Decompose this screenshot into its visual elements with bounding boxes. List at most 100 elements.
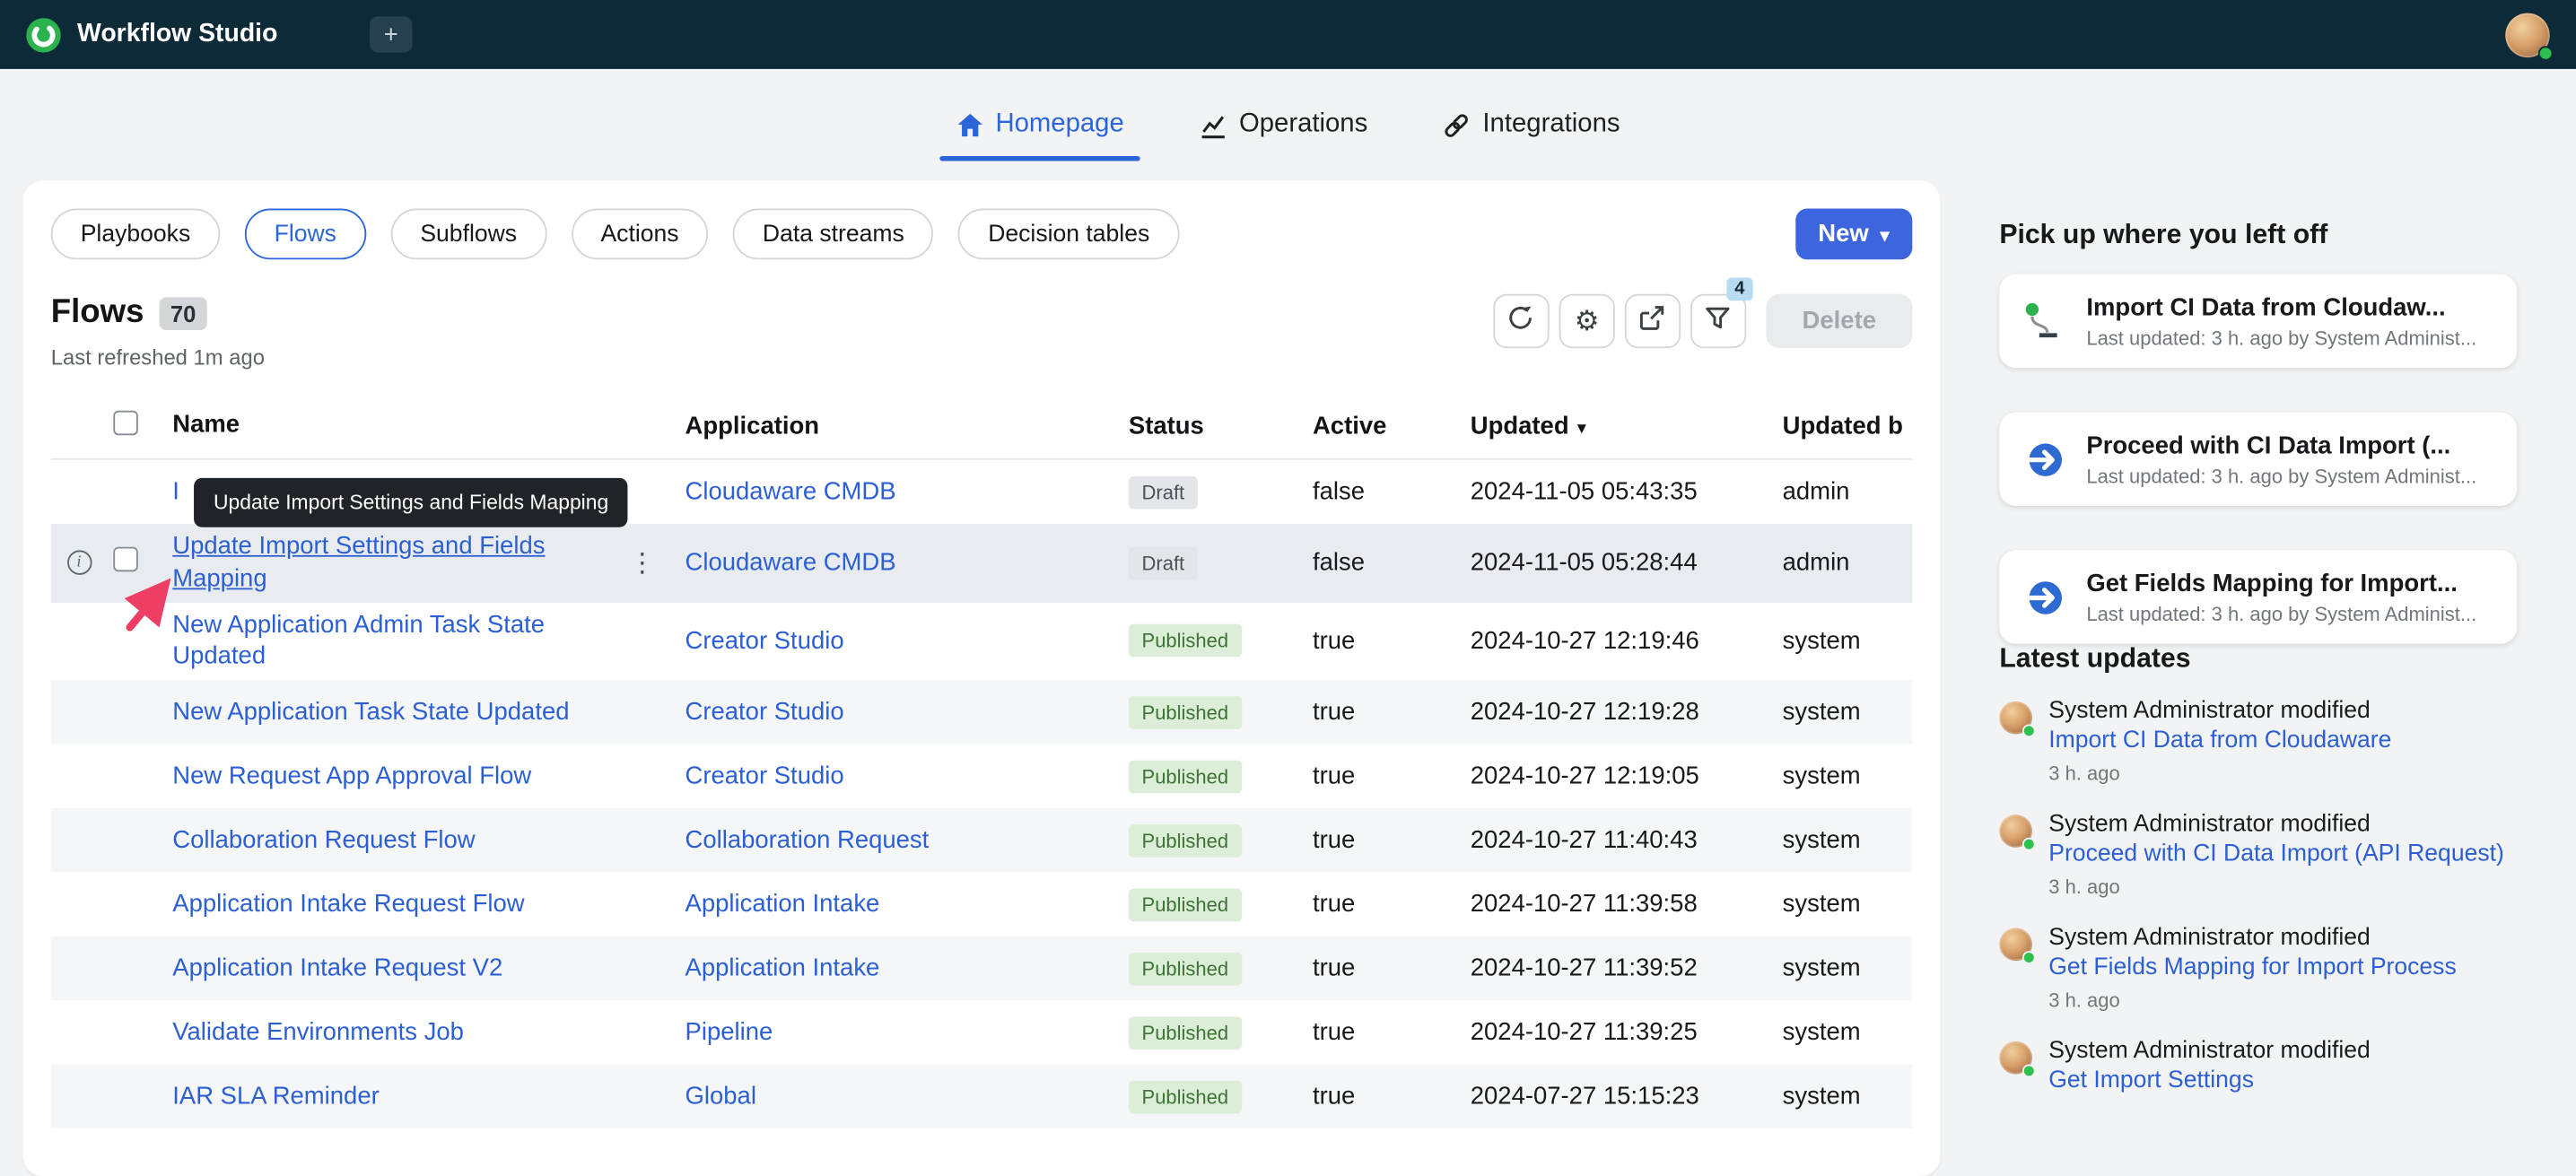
application-link[interactable]: Pipeline bbox=[685, 1019, 773, 1047]
workflow-studio-app: Workflow Studio + Homepage Operations In… bbox=[0, 0, 2576, 1176]
table-row[interactable]: Application Intake Request Flow Applicat… bbox=[51, 873, 1913, 936]
pickup-card-subtitle: Last updated: 3 h. ago by System Adminis… bbox=[2086, 326, 2477, 350]
online-status-dot bbox=[2022, 724, 2036, 738]
application-link[interactable]: Application Intake bbox=[685, 954, 880, 982]
flow-name-link[interactable]: IAR SLA Reminder bbox=[172, 1082, 380, 1110]
application-link[interactable]: Creator Studio bbox=[685, 627, 844, 655]
column-header-updated-by[interactable]: Updated b bbox=[1769, 412, 1912, 440]
updated-value: 2024-10-27 12:19:28 bbox=[1470, 698, 1699, 727]
flow-name-link[interactable]: Validate Environments Job bbox=[172, 1018, 464, 1046]
tab-homepage[interactable]: Homepage bbox=[939, 69, 1141, 181]
row-menu-icon[interactable]: ⋮ bbox=[609, 546, 675, 579]
pickup-card-title: Proceed with CI Data Import (... bbox=[2086, 431, 2451, 459]
export-button[interactable] bbox=[1624, 293, 1681, 349]
status-badge: Published bbox=[1128, 1015, 1242, 1050]
app-title: Workflow Studio bbox=[77, 19, 278, 48]
update-target-link[interactable]: Import CI Data from Cloudaware bbox=[2048, 726, 2391, 757]
updated-by-value: system bbox=[1782, 698, 1861, 727]
info-icon[interactable]: i bbox=[66, 550, 92, 576]
pickup-card[interactable]: Get Fields Mapping for Import... Last up… bbox=[1999, 550, 2518, 644]
avatar bbox=[1999, 927, 2036, 964]
application-link[interactable]: Collaboration Request bbox=[685, 826, 930, 854]
filter-funnel-icon bbox=[1705, 303, 1733, 339]
updated-by-value: system bbox=[1782, 826, 1861, 855]
flow-name-link[interactable]: New Application Task State Updated bbox=[172, 698, 569, 726]
pickup-card[interactable]: Proceed with CI Data Import (... Last up… bbox=[1999, 412, 2518, 506]
flows-panel: Playbooks Flows Subflows Actions Data stream… bbox=[22, 180, 1941, 1176]
row-checkbox[interactable] bbox=[113, 547, 138, 572]
delete-button[interactable]: Delete bbox=[1766, 293, 1913, 349]
table-row[interactable]: IAR SLA Reminder Global Published true 2… bbox=[50, 1064, 1913, 1129]
update-actor: System Administrator modified bbox=[2048, 811, 2371, 838]
updated-value: 2024-10-27 11:39:58 bbox=[1470, 890, 1698, 919]
topbar: Workflow Studio + bbox=[0, 0, 2576, 69]
column-header-status[interactable]: Status bbox=[1115, 412, 1299, 440]
update-target-link[interactable]: Get Fields Mapping for Import Process bbox=[2048, 952, 2456, 983]
table-row[interactable]: New Application Task State Updated Creat… bbox=[50, 680, 1913, 745]
table-row[interactable]: i Update Import Settings and Fields Mapp… bbox=[50, 524, 1913, 603]
table-row[interactable]: New Application Admin Task State Updated… bbox=[51, 602, 1913, 680]
application-link[interactable]: Cloudaware CMDB bbox=[685, 549, 896, 577]
status-badge: Published bbox=[1128, 760, 1242, 793]
online-status-dot bbox=[2537, 45, 2554, 60]
table-row[interactable]: Application Intake Request V2 Applicatio… bbox=[50, 936, 1913, 1001]
proceed-arrow-icon bbox=[2022, 576, 2065, 619]
new-tab-button[interactable]: + bbox=[369, 16, 413, 53]
table-row[interactable]: New Request App Approval Flow Creator St… bbox=[51, 745, 1913, 808]
refresh-button[interactable] bbox=[1493, 293, 1550, 349]
update-actor: System Administrator modified bbox=[2048, 698, 2371, 725]
updates-title: Latest updates bbox=[1999, 643, 2191, 674]
flow-name-link[interactable]: New Application Admin Task State Updated bbox=[172, 610, 545, 670]
updated-value: 2024-10-27 11:39:52 bbox=[1470, 954, 1698, 983]
new-button[interactable]: New ▾ bbox=[1794, 208, 1913, 260]
application-link[interactable]: Global bbox=[685, 1083, 756, 1111]
pickup-card[interactable]: Import CI Data from Cloudaw... Last upda… bbox=[1999, 274, 2518, 369]
update-item: System Administrator modified Get Import… bbox=[1999, 1037, 2517, 1096]
gear-icon: ⚙ bbox=[1574, 305, 1600, 337]
filter-pill-playbooks[interactable]: Playbooks bbox=[50, 208, 221, 260]
application-link[interactable]: Creator Studio bbox=[685, 762, 844, 790]
updated-by-value: system bbox=[1782, 1082, 1861, 1111]
application-link[interactable]: Creator Studio bbox=[685, 699, 844, 727]
new-button-label: New bbox=[1818, 220, 1869, 248]
updated-by-value: system bbox=[1782, 1018, 1861, 1047]
entity-pills: Playbooks Flows Subflows Actions Data stream… bbox=[50, 208, 1180, 260]
flow-name-link[interactable]: Update Import Settings and Fields Mappin… bbox=[172, 532, 545, 592]
column-header-updated[interactable]: Updated ▾ bbox=[1457, 412, 1769, 440]
table-row[interactable]: Collaboration Request Flow Collaboration… bbox=[50, 808, 1913, 873]
update-target-link[interactable]: Get Import Settings bbox=[2048, 1065, 2371, 1096]
online-status-dot bbox=[2022, 950, 2036, 964]
application-link[interactable]: Cloudaware CMDB bbox=[685, 478, 896, 506]
updated-by-value: system bbox=[1782, 954, 1861, 983]
flow-name-link[interactable]: Application Intake Request V2 bbox=[172, 954, 502, 981]
flow-name-link[interactable]: Collaboration Request Flow bbox=[172, 826, 475, 854]
flow-name-link[interactable]: Application Intake Request Flow bbox=[172, 890, 524, 918]
table-row[interactable]: Validate Environments Job Pipeline Publi… bbox=[51, 1000, 1913, 1064]
column-header-application[interactable]: Application bbox=[676, 412, 1116, 440]
avatar bbox=[1999, 1040, 2036, 1077]
flow-name-link[interactable]: New Request App Approval Flow bbox=[172, 762, 531, 789]
filter-button[interactable]: 4 bbox=[1690, 277, 1753, 349]
filter-pill-subflows[interactable]: Subflows bbox=[390, 208, 547, 260]
avatar bbox=[1999, 701, 2036, 738]
app-logo-icon[interactable] bbox=[26, 17, 61, 52]
tab-operations[interactable]: Operations bbox=[1196, 69, 1371, 181]
update-target-link[interactable]: Proceed with CI Data Import (API Request… bbox=[2048, 839, 2504, 870]
flow-name-link[interactable]: I bbox=[172, 477, 179, 505]
user-avatar[interactable] bbox=[2505, 12, 2554, 60]
settings-button[interactable]: ⚙ bbox=[1559, 293, 1615, 349]
filter-pill-data-streams[interactable]: Data streams bbox=[732, 208, 934, 260]
filter-pill-decision-tables[interactable]: Decision tables bbox=[958, 208, 1180, 260]
filter-pill-flows[interactable]: Flows bbox=[244, 208, 366, 260]
active-value: true bbox=[1312, 627, 1356, 656]
column-header-name[interactable]: Name bbox=[172, 409, 609, 441]
pickup-card-subtitle: Last updated: 3 h. ago by System Adminis… bbox=[2086, 602, 2477, 625]
sidebar: Pick up where you left off Import CI Dat… bbox=[1940, 180, 2576, 1096]
application-link[interactable]: Application Intake bbox=[685, 891, 880, 919]
primary-nav: Homepage Operations Integrations bbox=[0, 69, 2576, 181]
filter-pill-actions[interactable]: Actions bbox=[571, 208, 709, 260]
select-all-checkbox[interactable] bbox=[113, 409, 138, 435]
update-time: 3 h. ago bbox=[2048, 762, 2120, 785]
column-header-active[interactable]: Active bbox=[1299, 412, 1457, 440]
tab-integrations[interactable]: Integrations bbox=[1440, 69, 1623, 181]
